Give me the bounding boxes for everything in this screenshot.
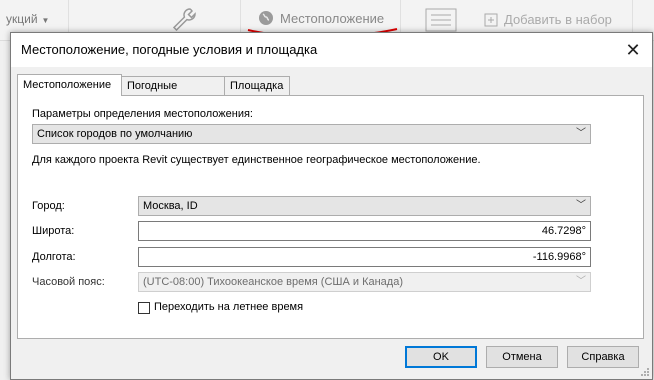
globe-icon — [259, 11, 273, 25]
dst-checkbox[interactable] — [138, 302, 150, 314]
city-select[interactable]: Москва, ID ﹀ — [138, 196, 591, 216]
ribbon-functions-label: укций — [6, 12, 38, 26]
dst-label[interactable]: Переходить на летнее время — [154, 301, 303, 313]
longitude-label: Долгота: — [32, 251, 76, 263]
timezone-value: (UTC-08:00) Тихоокеанское время (США и К… — [143, 276, 403, 288]
chevron-down-icon: ﹀ — [576, 128, 586, 139]
close-icon[interactable]: ✕ — [622, 39, 644, 61]
location-method-select[interactable]: Список городов по умолчанию ﹀ — [32, 124, 591, 144]
ribbon-add-to-set-label: Добавить в набор — [504, 12, 612, 27]
resize-grip-icon[interactable] — [640, 367, 650, 377]
help-button[interactable]: Справка — [567, 346, 639, 368]
city-label: Город: — [32, 200, 65, 212]
location-dialog: Местоположение, погодные условия и площа… — [10, 32, 653, 380]
latitude-field[interactable]: 46.7298° — [138, 221, 591, 241]
ribbon-add-to-set-button[interactable]: Добавить в набор — [484, 12, 612, 27]
caret-down-icon: ▼ — [41, 16, 50, 25]
list-icon[interactable] — [425, 8, 457, 35]
ok-button[interactable]: OK — [405, 346, 477, 368]
dialog-title: Местоположение, погодные условия и площа… — [21, 42, 318, 57]
city-value: Москва, ID — [143, 200, 198, 212]
longitude-field[interactable]: -116.9968° — [138, 247, 591, 267]
tab-weather[interactable]: Погодные условия — [121, 76, 225, 110]
chevron-down-icon: ﹀ — [576, 200, 586, 211]
dialog-titlebar[interactable]: Местоположение, погодные условия и площа… — [11, 33, 652, 67]
location-method-value: Список городов по умолчанию — [37, 128, 193, 140]
ribbon-location-button[interactable]: Местоположение — [258, 10, 384, 26]
tab-location[interactable]: Местоположение — [17, 74, 122, 96]
ribbon-location-label: Местоположение — [280, 10, 385, 26]
timezone-select: (UTC-08:00) Тихоокеанское время (США и К… — [138, 272, 591, 292]
location-tab-panel: Параметры определения местоположения: Сп… — [17, 95, 644, 339]
add-set-icon — [484, 13, 498, 26]
tab-site[interactable]: Площадка — [224, 76, 290, 95]
location-method-label: Параметры определения местоположения: — [32, 108, 253, 120]
location-info-text: Для каждого проекта Revit существует еди… — [32, 154, 481, 166]
timezone-label: Часовой пояс: — [32, 276, 105, 288]
ribbon-functions-dropdown[interactable]: укций ▼ — [6, 12, 49, 26]
cancel-button[interactable]: Отмена — [486, 346, 558, 368]
latitude-label: Широта: — [32, 225, 75, 237]
chevron-down-icon: ﹀ — [576, 276, 586, 287]
